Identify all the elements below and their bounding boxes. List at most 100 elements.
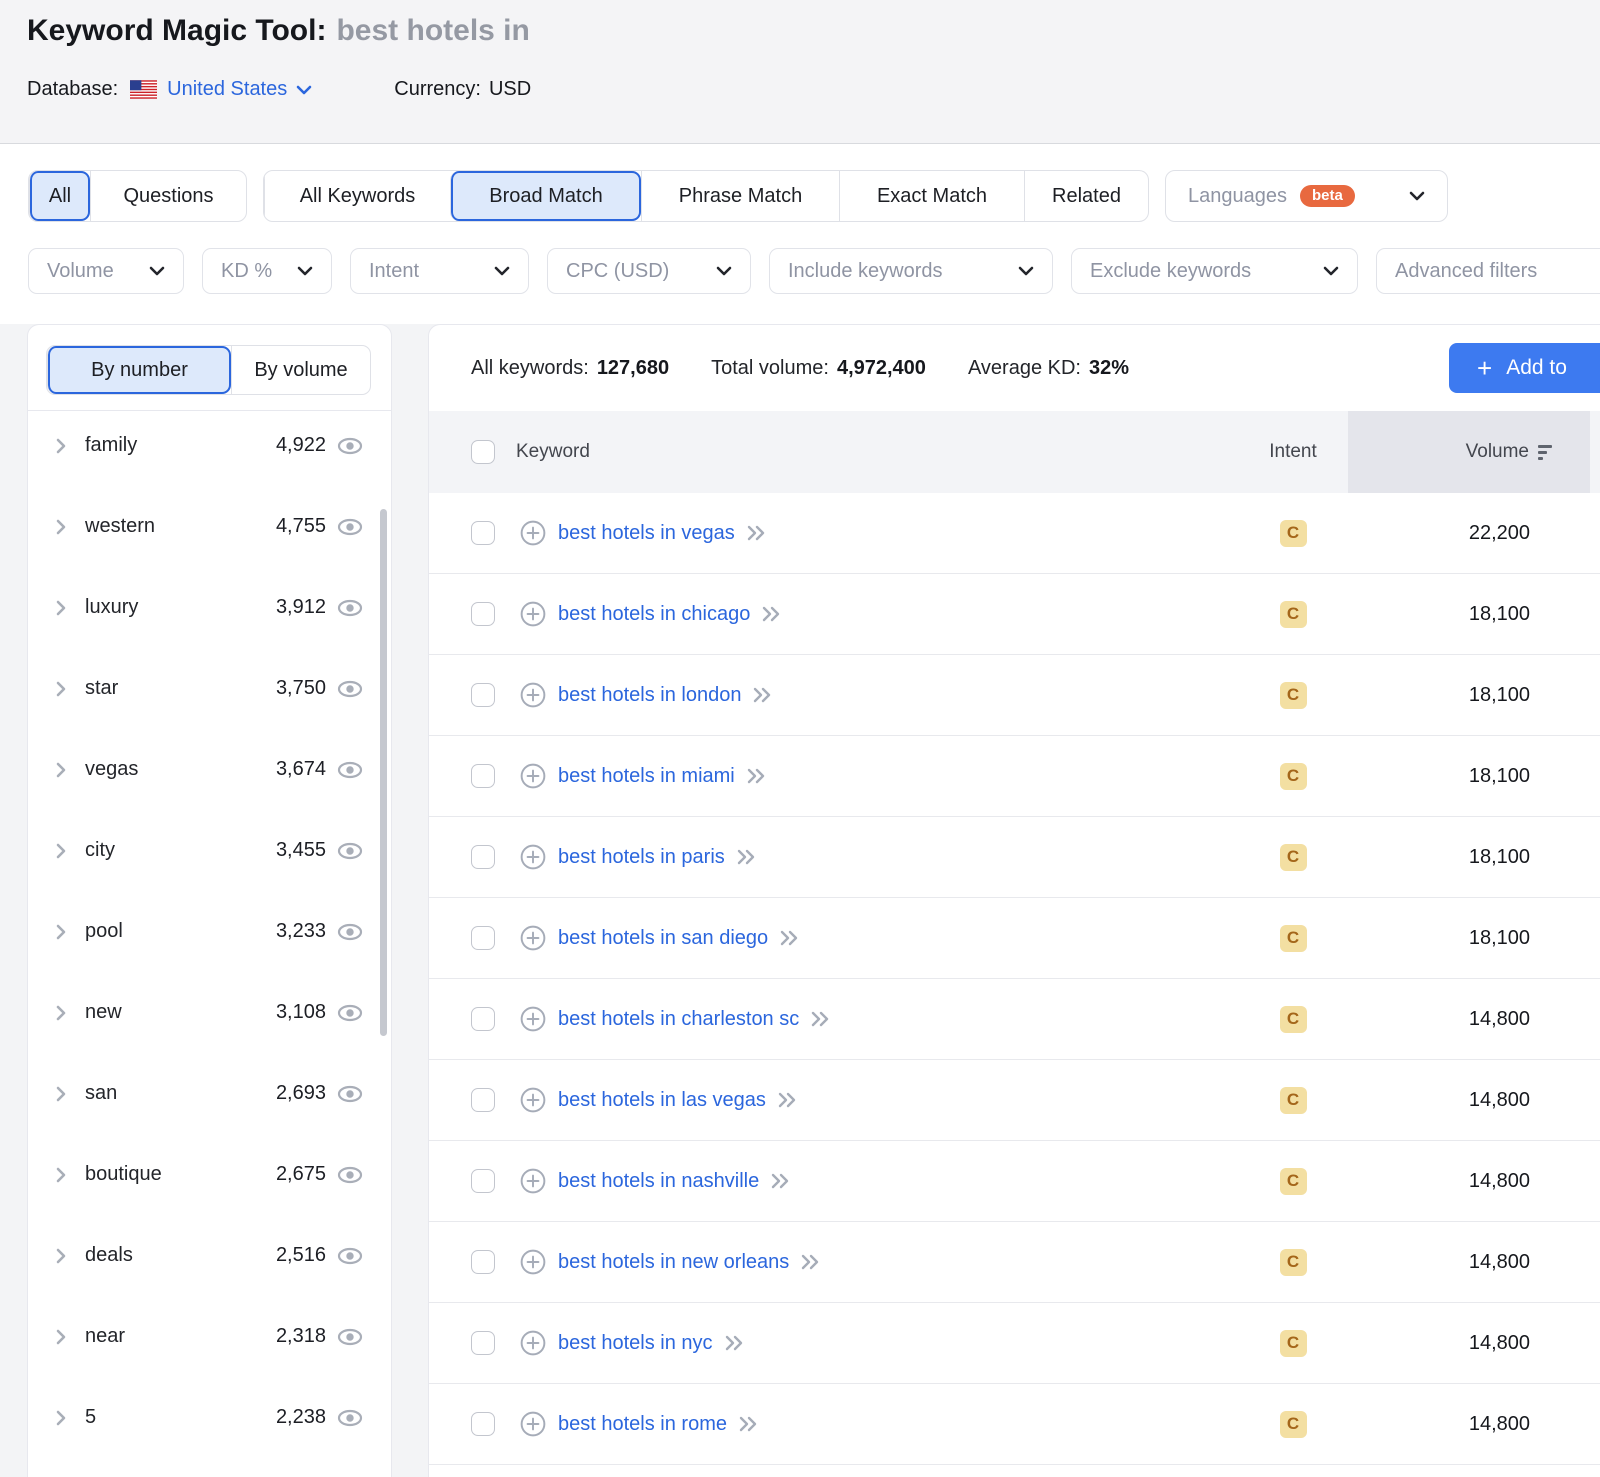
double-chevron-right-icon[interactable] <box>801 1253 820 1271</box>
chevron-right-icon[interactable] <box>54 1167 68 1183</box>
keyword-link[interactable]: best hotels in charleston sc <box>558 1008 799 1031</box>
row-checkbox[interactable] <box>471 1250 495 1274</box>
eye-icon[interactable] <box>337 842 363 860</box>
chevron-right-icon[interactable] <box>54 681 68 697</box>
chevron-right-icon[interactable] <box>54 1086 68 1102</box>
eye-icon[interactable] <box>337 437 363 455</box>
double-chevron-right-icon[interactable] <box>747 524 766 542</box>
row-checkbox[interactable] <box>471 1088 495 1112</box>
database-selector[interactable]: United States <box>167 78 312 101</box>
tab[interactable]: All Keywords <box>264 171 450 221</box>
filter-dropdown[interactable]: Include keywords <box>769 248 1053 294</box>
keyword-group-item[interactable]: star 3,750 <box>28 648 391 729</box>
keyword-link[interactable]: best hotels in new orleans <box>558 1251 789 1274</box>
chevron-right-icon[interactable] <box>54 519 68 535</box>
keyword-group-item[interactable]: deals 2,516 <box>28 1215 391 1296</box>
keyword-link[interactable]: best hotels in paris <box>558 846 725 869</box>
double-chevron-right-icon[interactable] <box>725 1334 744 1352</box>
row-checkbox[interactable] <box>471 521 495 545</box>
toggle-option[interactable]: By number <box>47 346 231 394</box>
tab[interactable]: Exact Match <box>839 171 1024 221</box>
keyword-link[interactable]: best hotels in rome <box>558 1413 727 1436</box>
row-checkbox[interactable] <box>471 602 495 626</box>
row-checkbox[interactable] <box>471 764 495 788</box>
double-chevron-right-icon[interactable] <box>811 1010 830 1028</box>
row-checkbox[interactable] <box>471 1412 495 1436</box>
add-keyword-icon[interactable] <box>520 1411 546 1437</box>
add-keyword-icon[interactable] <box>520 520 546 546</box>
filter-dropdown[interactable]: Exclude keywords <box>1071 248 1358 294</box>
eye-icon[interactable] <box>337 761 363 779</box>
double-chevron-right-icon[interactable] <box>747 767 766 785</box>
keyword-group-item[interactable]: family 4,922 <box>28 405 391 486</box>
keyword-group-item[interactable]: city 3,455 <box>28 810 391 891</box>
tab[interactable]: Phrase Match <box>641 171 839 221</box>
languages-dropdown[interactable]: Languages beta <box>1165 170 1448 222</box>
chevron-right-icon[interactable] <box>54 843 68 859</box>
chevron-right-icon[interactable] <box>54 1329 68 1345</box>
keyword-link[interactable]: best hotels in miami <box>558 765 735 788</box>
eye-icon[interactable] <box>337 680 363 698</box>
add-keyword-icon[interactable] <box>520 844 546 870</box>
keyword-group-item[interactable]: vegas 3,674 <box>28 729 391 810</box>
toggle-option[interactable]: By volume <box>231 346 370 394</box>
chevron-right-icon[interactable] <box>54 1410 68 1426</box>
eye-icon[interactable] <box>337 1004 363 1022</box>
add-keyword-icon[interactable] <box>520 601 546 627</box>
double-chevron-right-icon[interactable] <box>753 686 772 704</box>
filter-dropdown[interactable]: CPC (USD) <box>547 248 751 294</box>
chevron-right-icon[interactable] <box>54 1248 68 1264</box>
filter-dropdown[interactable]: KD % <box>202 248 332 294</box>
keyword-link[interactable]: best hotels in nyc <box>558 1332 713 1355</box>
keyword-link[interactable]: best hotels in london <box>558 684 741 707</box>
chevron-right-icon[interactable] <box>54 924 68 940</box>
filter-dropdown[interactable]: Volume <box>28 248 184 294</box>
keyword-group-item[interactable]: western 4,755 <box>28 486 391 567</box>
column-header-intent[interactable]: Intent <box>1238 441 1348 463</box>
chevron-right-icon[interactable] <box>54 762 68 778</box>
double-chevron-right-icon[interactable] <box>762 605 781 623</box>
tab[interactable]: Related <box>1024 171 1148 221</box>
eye-icon[interactable] <box>337 1166 363 1184</box>
add-keyword-icon[interactable] <box>520 1330 546 1356</box>
filter-dropdown[interactable]: Intent <box>350 248 529 294</box>
double-chevron-right-icon[interactable] <box>739 1415 758 1433</box>
keyword-link[interactable]: best hotels in chicago <box>558 603 750 626</box>
keyword-link[interactable]: best hotels in nashville <box>558 1170 759 1193</box>
sidebar-scrollbar[interactable] <box>380 509 387 1036</box>
keyword-group-item[interactable]: new 3,108 <box>28 972 391 1053</box>
keyword-group-item[interactable]: pool 3,233 <box>28 891 391 972</box>
chevron-right-icon[interactable] <box>54 1005 68 1021</box>
eye-icon[interactable] <box>337 1247 363 1265</box>
add-keyword-icon[interactable] <box>520 1249 546 1275</box>
tab[interactable]: Broad Match <box>450 171 641 221</box>
keyword-group-item[interactable]: 5 2,238 <box>28 1377 391 1458</box>
add-keyword-icon[interactable] <box>520 925 546 951</box>
eye-icon[interactable] <box>337 599 363 617</box>
add-keyword-icon[interactable] <box>520 1168 546 1194</box>
add-to-button[interactable]: + Add to <box>1449 343 1600 393</box>
chevron-right-icon[interactable] <box>54 438 68 454</box>
eye-icon[interactable] <box>337 923 363 941</box>
add-keyword-icon[interactable] <box>520 1087 546 1113</box>
add-keyword-icon[interactable] <box>520 763 546 789</box>
double-chevron-right-icon[interactable] <box>778 1091 797 1109</box>
keyword-group-item[interactable]: near 2,318 <box>28 1296 391 1377</box>
row-checkbox[interactable] <box>471 1007 495 1031</box>
double-chevron-right-icon[interactable] <box>780 929 799 947</box>
add-keyword-icon[interactable] <box>520 682 546 708</box>
chevron-right-icon[interactable] <box>54 600 68 616</box>
keyword-group-item[interactable]: san 2,693 <box>28 1053 391 1134</box>
tab[interactable]: Questions <box>90 171 246 221</box>
keyword-link[interactable]: best hotels in vegas <box>558 522 735 545</box>
filter-dropdown[interactable]: Advanced filters <box>1376 248 1600 294</box>
row-checkbox[interactable] <box>471 1169 495 1193</box>
keyword-link[interactable]: best hotels in san diego <box>558 927 768 950</box>
eye-icon[interactable] <box>337 1085 363 1103</box>
double-chevron-right-icon[interactable] <box>737 848 756 866</box>
eye-icon[interactable] <box>337 1328 363 1346</box>
row-checkbox[interactable] <box>471 926 495 950</box>
add-keyword-icon[interactable] <box>520 1006 546 1032</box>
eye-icon[interactable] <box>337 1409 363 1427</box>
column-header-volume[interactable]: Volume <box>1348 411 1590 493</box>
